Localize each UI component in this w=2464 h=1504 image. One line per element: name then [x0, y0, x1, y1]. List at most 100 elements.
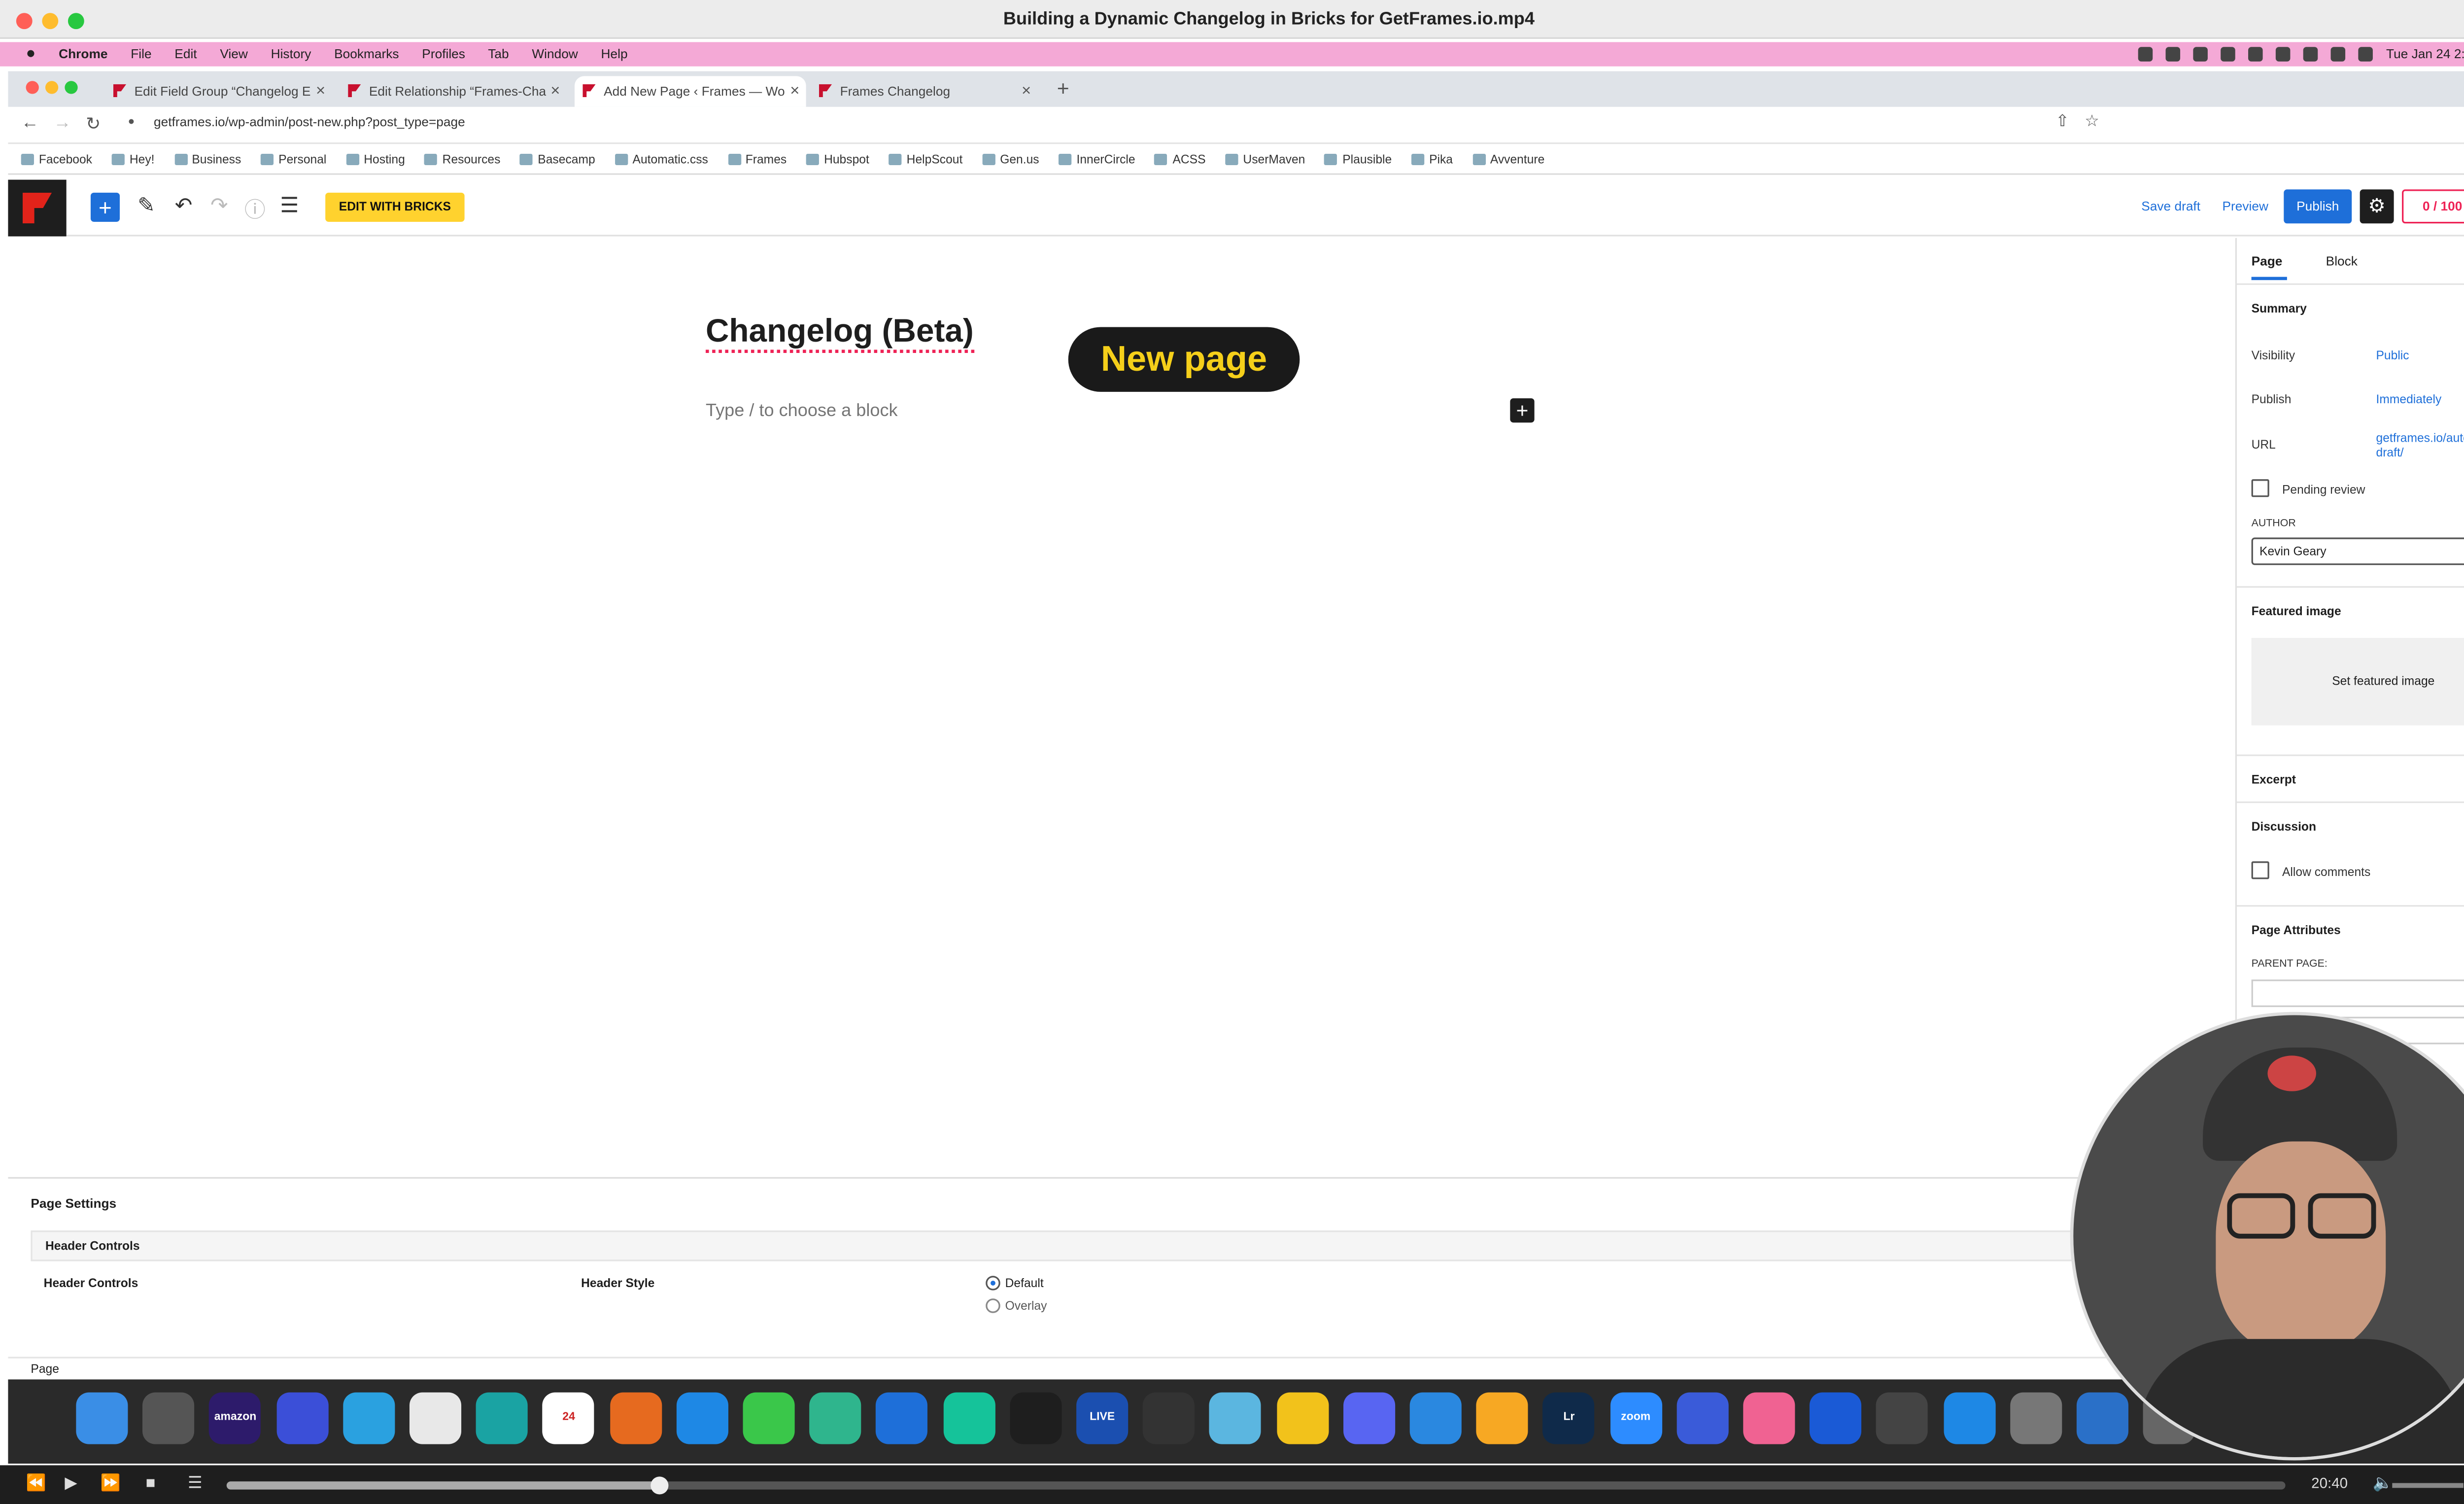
close-tab-icon[interactable]: ×	[550, 76, 560, 106]
browser-tab[interactable]: Frames Changelog ×	[811, 76, 1037, 106]
stop-icon[interactable]: ■	[146, 1475, 156, 1493]
status-icon[interactable]	[2193, 47, 2208, 62]
dock-icon[interactable]	[876, 1392, 928, 1444]
menu-app[interactable]: Chrome	[59, 47, 107, 62]
dock-icon[interactable]	[1476, 1392, 1529, 1444]
dock-icon[interactable]	[1009, 1392, 1061, 1444]
forward-icon[interactable]: →	[53, 113, 71, 133]
allow-comments-checkbox[interactable]	[2251, 861, 2269, 879]
bookmark[interactable]: ACSS	[1155, 144, 1205, 175]
radio-overlay[interactable]	[986, 1298, 1000, 1313]
add-block-button[interactable]: +	[90, 192, 120, 222]
url-value[interactable]: getframes.io/auto-	[2376, 431, 2464, 446]
author-select[interactable]: Kevin Geary⌄	[2251, 537, 2464, 565]
post-title[interactable]: Changelog (Beta)	[705, 314, 974, 353]
featured-image-heading[interactable]: Featured image	[2252, 604, 2341, 619]
bookmark[interactable]: Hosting	[346, 144, 405, 175]
status-icon[interactable]	[2248, 47, 2263, 62]
dock-icon[interactable]	[1409, 1392, 1462, 1444]
menu-item[interactable]: Bookmarks	[334, 47, 399, 62]
edit-with-bricks-button[interactable]: EDIT WITH BRICKS	[325, 192, 465, 222]
browser-tab[interactable]: Edit Relationship “Frames-Cha ×	[340, 76, 567, 106]
dock-icon[interactable]: amazon music	[209, 1392, 262, 1444]
rewind-icon[interactable]: ⏪	[26, 1475, 46, 1493]
new-tab-icon[interactable]: +	[1057, 76, 1069, 100]
dock-icon[interactable]	[1276, 1392, 1329, 1444]
bookmark[interactable]: Facebook	[21, 144, 92, 175]
menu-item[interactable]: View	[220, 47, 248, 62]
clock[interactable]: Tue Jan 24 2:24 PM	[2386, 42, 2464, 66]
url-field[interactable]: getframes.io/wp-admin/post-new.php?post_…	[154, 115, 465, 130]
preview-button[interactable]: Preview	[2222, 199, 2268, 214]
url-value-cont[interactable]: draft/	[2376, 445, 2403, 460]
dock-icon[interactable]	[1209, 1392, 1262, 1444]
info-icon[interactable]: ⓘ	[244, 193, 266, 223]
radio-default[interactable]	[986, 1276, 1000, 1291]
dock-icon[interactable]	[1343, 1392, 1395, 1444]
dock-icon[interactable]	[1743, 1392, 1795, 1444]
bookmark[interactable]: Automatic.css	[615, 144, 708, 175]
bookmark[interactable]: InnerCircle	[1059, 144, 1135, 175]
dock-icon[interactable]	[1943, 1392, 1995, 1444]
status-icon[interactable]	[2276, 47, 2291, 62]
excerpt-heading[interactable]: Excerpt	[2252, 772, 2296, 787]
menu-item[interactable]: Profiles	[422, 47, 465, 62]
menu-item[interactable]: Window	[532, 47, 578, 62]
page-attributes-heading[interactable]: Page Attributes	[2252, 923, 2341, 938]
dock-icon[interactable]: Lr	[1543, 1392, 1595, 1444]
publish-button[interactable]: Publish	[2284, 189, 2352, 224]
breadcrumb[interactable]: Page	[8, 1357, 2464, 1381]
site-logo[interactable]	[8, 179, 67, 237]
browser-tab-active[interactable]: Add New Page ‹ Frames — Wo ×	[574, 76, 806, 107]
close-tab-icon[interactable]: ×	[1022, 76, 1031, 106]
menu-item[interactable]: Help	[601, 47, 628, 62]
dock-icon[interactable]	[1143, 1392, 1195, 1444]
pending-review-checkbox[interactable]	[2251, 479, 2269, 497]
dock-icon[interactable]: zoom	[1609, 1392, 1662, 1444]
list-view-icon[interactable]: ☰	[280, 193, 299, 219]
search-icon[interactable]	[2359, 47, 2373, 62]
bookmark[interactable]: Resources	[425, 144, 501, 175]
visibility-value[interactable]: Public	[2376, 348, 2409, 363]
reload-icon[interactable]: ↻	[86, 113, 101, 134]
inserter-plus-icon[interactable]: +	[1510, 398, 1535, 423]
window-minimize-dot[interactable]	[45, 81, 59, 94]
bookmark[interactable]: Business	[174, 144, 241, 175]
menu-item[interactable]: File	[131, 47, 151, 62]
fast-forward-icon[interactable]: ⏩	[101, 1475, 121, 1493]
tab-block[interactable]: Block	[2326, 254, 2358, 269]
volume-slider[interactable]	[2392, 1483, 2464, 1488]
bookmark[interactable]: Pika	[1411, 144, 1453, 175]
save-draft-button[interactable]: Save draft	[2141, 199, 2200, 214]
status-icon[interactable]	[2221, 47, 2236, 62]
bookmark[interactable]: Hey!	[112, 144, 155, 175]
status-icon[interactable]	[2138, 47, 2154, 62]
settings-gear-icon[interactable]: ⚙	[2360, 189, 2394, 224]
parent-page-input[interactable]: ×	[2251, 979, 2464, 1007]
bookmark[interactable]: Avventure	[1472, 144, 1544, 175]
menu-item[interactable]: History	[271, 47, 311, 62]
dock-icon[interactable]	[2076, 1392, 2128, 1444]
menu-item[interactable]: Edit	[174, 47, 197, 62]
discussion-heading[interactable]: Discussion	[2252, 819, 2316, 834]
publish-value[interactable]: Immediately	[2376, 392, 2441, 407]
dock-icon[interactable]	[943, 1392, 995, 1444]
dock-icon[interactable]	[342, 1392, 395, 1444]
header-controls-group[interactable]: Header Controls	[31, 1230, 2079, 1261]
bookmark-star-icon[interactable]: ☆	[2085, 113, 2099, 131]
bookmark[interactable]: Frames	[728, 144, 787, 175]
close-tab-icon[interactable]: ×	[790, 76, 799, 106]
dock-icon[interactable]	[2010, 1392, 2062, 1444]
progress-knob[interactable]	[650, 1476, 669, 1495]
close-tab-icon[interactable]: ×	[316, 76, 325, 106]
dock-icon[interactable]: 24	[543, 1392, 595, 1444]
status-icon[interactable]	[2166, 47, 2181, 62]
dock-icon[interactable]	[142, 1392, 195, 1444]
dock-icon[interactable]	[76, 1392, 128, 1444]
tab-page[interactable]: Page	[2252, 254, 2283, 269]
bookmark[interactable]: HelpScout	[889, 144, 963, 175]
menu-item[interactable]: Tab	[488, 47, 509, 62]
dock-icon[interactable]	[476, 1392, 528, 1444]
browser-tab[interactable]: Edit Field Group “Changelog E ×	[105, 76, 332, 106]
window-close-dot[interactable]	[26, 81, 39, 94]
